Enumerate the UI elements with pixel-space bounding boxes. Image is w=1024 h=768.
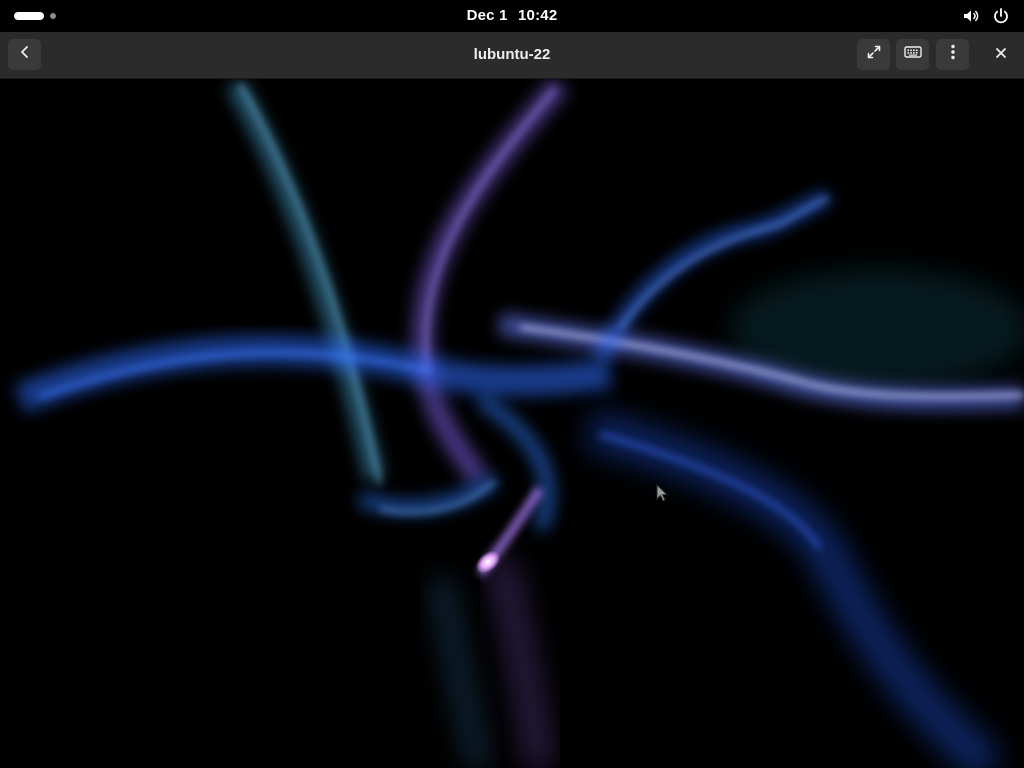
header-bar: lubuntu-22 (0, 32, 1024, 79)
fullscreen-button[interactable] (857, 39, 890, 70)
clock[interactable]: Dec 1 10:42 (0, 7, 1024, 24)
close-icon (995, 46, 1007, 64)
power-icon[interactable] (992, 7, 1010, 25)
menu-button[interactable] (936, 39, 969, 70)
clock-date: Dec 1 (466, 7, 508, 24)
keyboard-button[interactable] (896, 39, 929, 70)
close-button[interactable] (984, 39, 1017, 70)
keyboard-icon (903, 45, 922, 64)
clock-time: 10:42 (518, 7, 558, 24)
fullscreen-icon (866, 44, 882, 65)
top-bar: Dec 1 10:42 (0, 0, 1024, 32)
system-tray[interactable] (962, 7, 1010, 25)
volume-icon[interactable] (962, 7, 980, 25)
abstract-wallpaper (0, 79, 1024, 768)
mouse-pointer-icon (656, 484, 670, 504)
remote-display[interactable] (0, 79, 1024, 768)
kebab-menu-icon (950, 44, 956, 65)
